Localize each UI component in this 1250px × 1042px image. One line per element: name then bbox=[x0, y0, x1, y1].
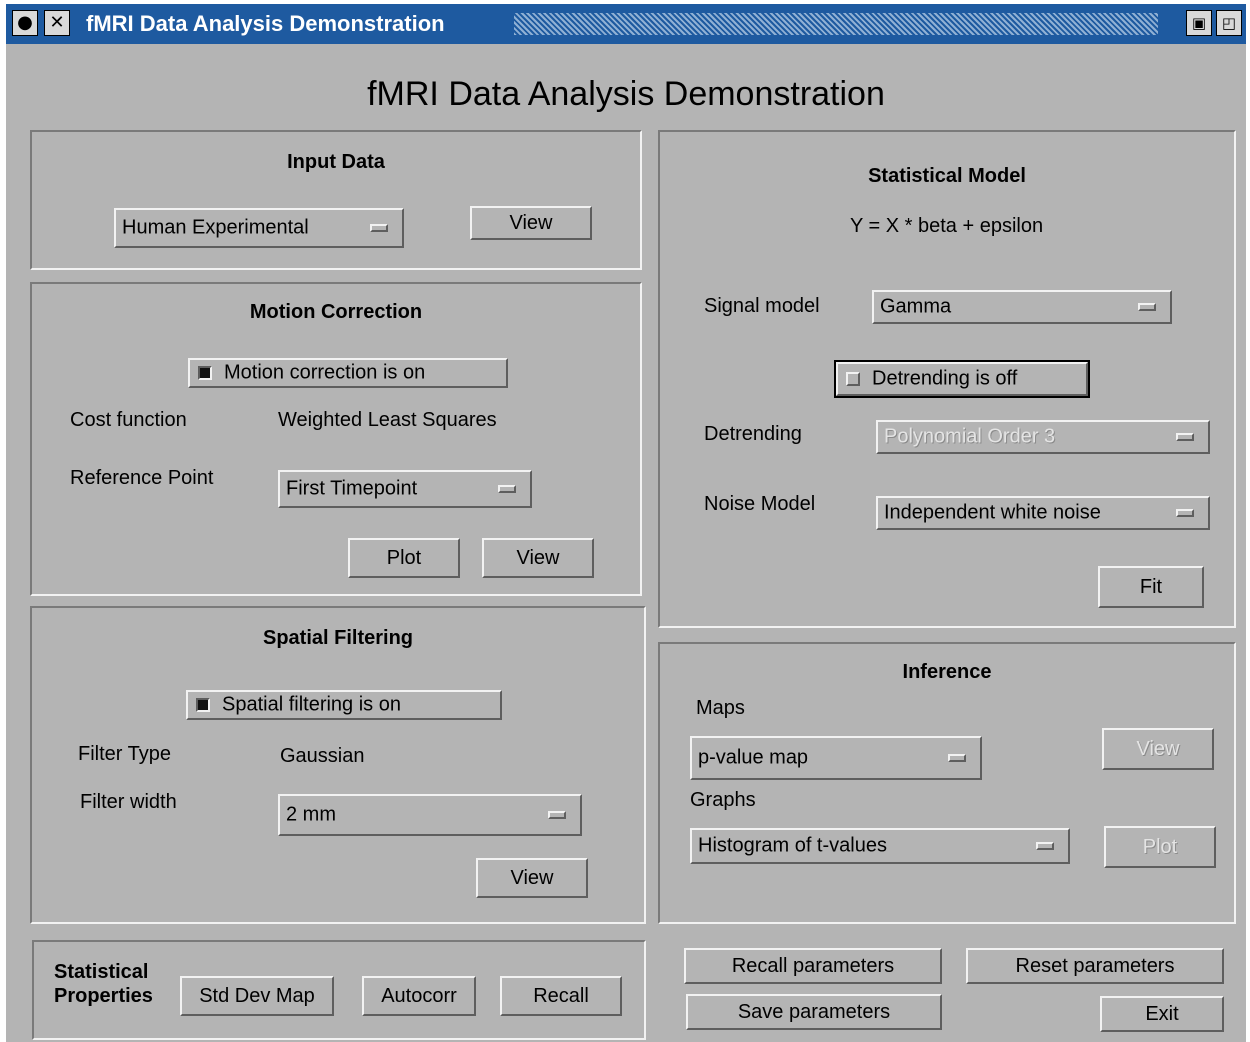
signal-model-select[interactable]: Gamma bbox=[872, 290, 1172, 324]
recall-parameters-button[interactable]: Recall parameters bbox=[684, 948, 942, 984]
dataset-select-value: Human Experimental bbox=[122, 216, 309, 239]
maps-select[interactable]: p-value map bbox=[690, 736, 982, 780]
window-menu-icon[interactable]: ● bbox=[12, 10, 38, 36]
input-data-panel: Input Data Human Experimental View bbox=[30, 130, 642, 270]
std-dev-map-button[interactable]: Std Dev Map bbox=[180, 976, 334, 1016]
detrending-label: Detrending bbox=[704, 423, 802, 445]
graphs-label: Graphs bbox=[690, 789, 756, 811]
maps-select-value: p-value map bbox=[698, 746, 809, 769]
filter-width-select[interactable]: 2 mm bbox=[278, 794, 582, 836]
dropdown-indicator-icon bbox=[948, 754, 966, 762]
reference-point-select-value: First Timepoint bbox=[286, 477, 418, 500]
graphs-plot-button[interactable]: Plot bbox=[1104, 826, 1216, 868]
spatial-filtering-toggle-label: Spatial filtering is on bbox=[222, 693, 401, 716]
title-bar-stripe bbox=[514, 13, 1158, 35]
dropdown-indicator-icon bbox=[1138, 303, 1156, 311]
autocorr-button[interactable]: Autocorr bbox=[362, 976, 476, 1016]
inference-panel: Inference Maps p-value map View Graphs H… bbox=[658, 642, 1236, 924]
graphs-select-value: Histogram of t-values bbox=[698, 834, 887, 857]
toggle-off-indicator-icon bbox=[846, 372, 860, 386]
dropdown-indicator-icon bbox=[370, 224, 388, 232]
signal-model-label: Signal model bbox=[704, 295, 820, 317]
statistical-model-title: Statistical Model bbox=[868, 165, 1026, 187]
spatial-filtering-panel: Spatial Filtering Spatial filtering is o… bbox=[30, 606, 646, 924]
title-bar: ● ✕ fMRI Data Analysis Demonstration ▣ ◰ bbox=[6, 4, 1246, 44]
motion-correction-toggle-label: Motion correction is on bbox=[224, 361, 426, 384]
motion-correction-title: Motion Correction bbox=[249, 301, 423, 323]
motion-plot-button[interactable]: Plot bbox=[348, 538, 460, 578]
minimize-icon[interactable]: ▣ bbox=[1186, 10, 1212, 36]
inference-title: Inference bbox=[902, 661, 992, 683]
dropdown-indicator-icon bbox=[548, 811, 566, 819]
detrending-select-value: Polynomial Order 3 bbox=[884, 425, 1056, 448]
noise-model-select-value: Independent white noise bbox=[884, 501, 1101, 524]
statistical-properties-panel: Statistical Properties Std Dev Map Autoc… bbox=[32, 940, 646, 1040]
reset-parameters-button[interactable]: Reset parameters bbox=[966, 948, 1224, 984]
statistical-properties-title-line2: Properties bbox=[54, 985, 153, 1007]
noise-model-select[interactable]: Independent white noise bbox=[876, 496, 1210, 530]
motion-correction-panel: Motion Correction Motion correction is o… bbox=[30, 282, 642, 596]
dropdown-indicator-icon bbox=[1036, 842, 1054, 850]
dataset-select[interactable]: Human Experimental bbox=[114, 208, 404, 248]
save-parameters-button[interactable]: Save parameters bbox=[686, 994, 942, 1030]
reference-point-label: Reference Point bbox=[70, 467, 214, 489]
toggle-on-indicator-icon bbox=[198, 366, 212, 380]
signal-model-select-value: Gamma bbox=[880, 295, 952, 318]
maps-view-button[interactable]: View bbox=[1102, 728, 1214, 770]
spatial-filtering-toggle[interactable]: Spatial filtering is on bbox=[186, 690, 502, 720]
maximize-icon[interactable]: ◰ bbox=[1216, 10, 1242, 36]
close-x-icon[interactable]: ✕ bbox=[44, 10, 70, 36]
filter-width-select-value: 2 mm bbox=[286, 803, 336, 826]
graphs-select[interactable]: Histogram of t-values bbox=[690, 828, 1070, 864]
motion-view-button[interactable]: View bbox=[482, 538, 594, 578]
filter-type-label: Filter Type bbox=[78, 743, 171, 765]
spatial-filtering-title: Spatial Filtering bbox=[262, 627, 414, 649]
fit-button[interactable]: Fit bbox=[1098, 566, 1204, 608]
detrending-select[interactable]: Polynomial Order 3 bbox=[876, 420, 1210, 454]
dropdown-indicator-icon bbox=[498, 485, 516, 493]
app-window: ● ✕ fMRI Data Analysis Demonstration ▣ ◰… bbox=[6, 4, 1246, 1042]
detrending-toggle-label: Detrending is off bbox=[872, 367, 1018, 390]
statistical-model-panel: Statistical Model Y = X * beta + epsilon… bbox=[658, 130, 1236, 628]
filter-type-value: Gaussian bbox=[280, 745, 365, 767]
toggle-on-indicator-icon bbox=[196, 698, 210, 712]
input-data-title: Input Data bbox=[287, 151, 385, 173]
app-title: fMRI Data Analysis Demonstration bbox=[367, 75, 885, 113]
noise-model-label: Noise Model bbox=[704, 493, 816, 515]
spatial-view-button[interactable]: View bbox=[476, 858, 588, 898]
motion-correction-toggle[interactable]: Motion correction is on bbox=[188, 358, 508, 388]
cost-function-value: Weighted Least Squares bbox=[278, 409, 497, 431]
reference-point-select[interactable]: First Timepoint bbox=[278, 470, 532, 508]
input-view-button[interactable]: View bbox=[470, 206, 592, 240]
window-title: fMRI Data Analysis Demonstration bbox=[86, 11, 445, 36]
dropdown-indicator-icon bbox=[1176, 509, 1194, 517]
recall-button[interactable]: Recall bbox=[500, 976, 622, 1016]
dropdown-indicator-icon bbox=[1176, 433, 1194, 441]
maps-label: Maps bbox=[696, 697, 745, 719]
statistical-properties-title-line1: Statistical bbox=[54, 961, 149, 983]
detrending-toggle[interactable]: Detrending is off bbox=[834, 360, 1090, 398]
exit-button[interactable]: Exit bbox=[1100, 996, 1224, 1032]
filter-width-label: Filter width bbox=[80, 791, 177, 813]
cost-function-label: Cost function bbox=[70, 409, 187, 431]
model-equation: Y = X * beta + epsilon bbox=[850, 215, 1044, 237]
